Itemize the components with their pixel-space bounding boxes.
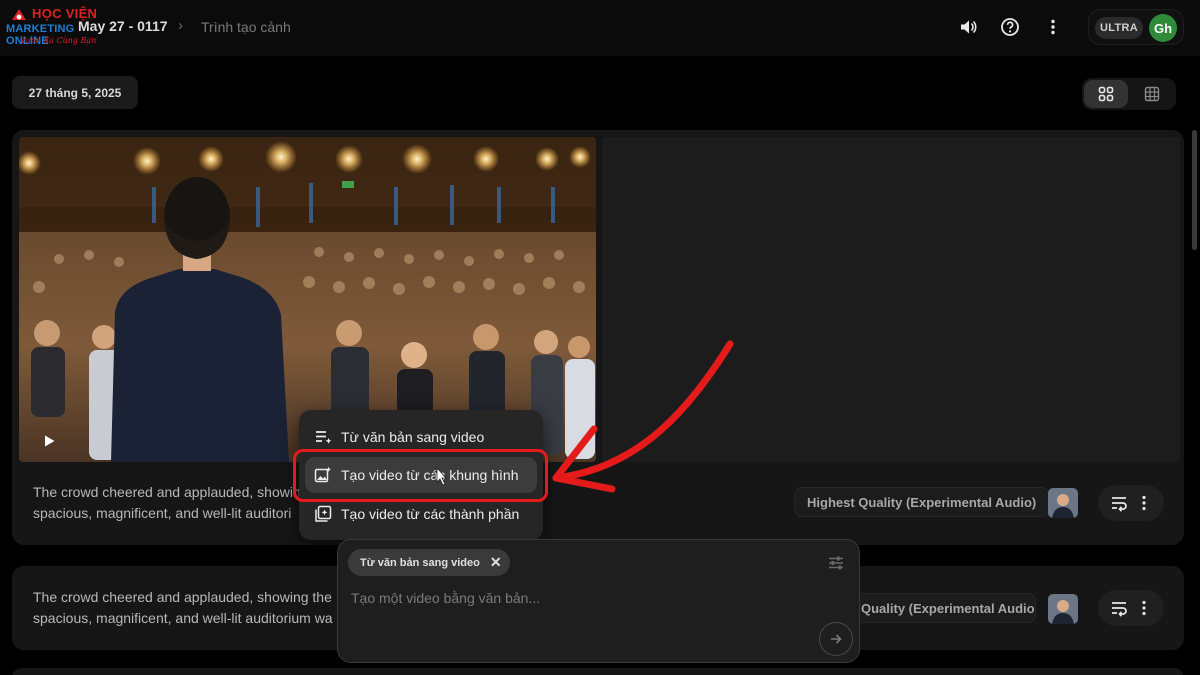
quality-chip: Highest Quality (Experimental Audio) <box>794 487 1050 517</box>
caption-line: spacious, magnificent, and well-lit audi… <box>33 505 292 521</box>
menu-item-label: Tạo video từ các thành phần <box>341 506 520 522</box>
play-icon[interactable] <box>41 433 57 449</box>
grid-large-view-button[interactable] <box>1084 80 1128 108</box>
reuse-prompt-icon[interactable] <box>1109 598 1129 618</box>
scene-caption: The crowd cheered and applauded, showing… <box>33 482 309 524</box>
grid-small-icon <box>1144 86 1160 102</box>
scene-card: The crowd cheered and applauded, showing… <box>12 130 1184 545</box>
tune-icon[interactable] <box>827 554 845 572</box>
arrow-right-icon <box>831 634 842 644</box>
view-toggle <box>1082 78 1176 110</box>
more-vert-icon[interactable] <box>1139 598 1159 618</box>
top-bar: HỌC VIỆN MARKETING ONLINE Vươn Xa Cùng B… <box>0 0 1200 56</box>
card-actions <box>1098 590 1164 626</box>
help-icon[interactable] <box>998 15 1022 39</box>
date-chip: 27 tháng 5, 2025 <box>12 76 138 109</box>
grid-large-icon <box>1098 86 1114 102</box>
logo-tagline: Vươn Xa Cùng Bạn <box>20 36 97 45</box>
account-area: ULTRA Gh <box>1088 9 1184 45</box>
layers-sparkle-icon <box>315 505 332 522</box>
mode-chip[interactable]: Từ văn bản sang video ✕ <box>348 549 510 576</box>
reuse-prompt-icon[interactable] <box>1109 493 1129 513</box>
reference-thumbnail[interactable] <box>1048 594 1078 624</box>
caption-line: The crowd cheered and applauded, showing… <box>33 589 332 605</box>
menu-item-label: Từ văn bản sang video <box>341 429 485 445</box>
grid-small-view-button[interactable] <box>1130 80 1174 108</box>
prompt-composer: Từ văn bản sang video ✕ Tạo một video bằ… <box>337 539 860 663</box>
scrollbar-thumb[interactable] <box>1192 130 1197 250</box>
video-placeholder <box>602 137 1180 462</box>
volume-icon[interactable] <box>956 15 980 39</box>
quality-chip: Quality (Experimental Audio) <box>838 593 1036 623</box>
breadcrumb-separator: › <box>178 17 183 34</box>
logo-mark-icon <box>12 9 26 20</box>
avatar[interactable]: Gh <box>1149 14 1177 42</box>
plan-badge: ULTRA <box>1095 17 1143 39</box>
card-actions <box>1098 485 1164 521</box>
more-vert-icon[interactable] <box>1041 15 1065 39</box>
caption-line: spacious, magnificent, and well-lit audi… <box>33 610 333 626</box>
scene-caption: The crowd cheered and applauded, showing… <box>33 587 333 629</box>
prompt-input[interactable]: Tạo một video bằng văn bản... <box>351 590 540 606</box>
send-button[interactable] <box>819 622 853 656</box>
mode-chip-label: Từ văn bản sang video <box>360 556 480 569</box>
caption-line: The crowd cheered and applauded, showing <box>33 484 309 500</box>
more-vert-icon[interactable] <box>1139 493 1159 513</box>
breadcrumb-current: Trình tạo cảnh <box>201 19 291 35</box>
reference-thumbnail[interactable] <box>1048 488 1078 518</box>
scene-card <box>12 668 1184 675</box>
project-title[interactable]: May 27 - 0117 <box>78 18 168 34</box>
highlight-annotation-box <box>293 449 548 502</box>
text-lines-icon <box>316 431 332 444</box>
close-icon[interactable]: ✕ <box>490 554 502 571</box>
